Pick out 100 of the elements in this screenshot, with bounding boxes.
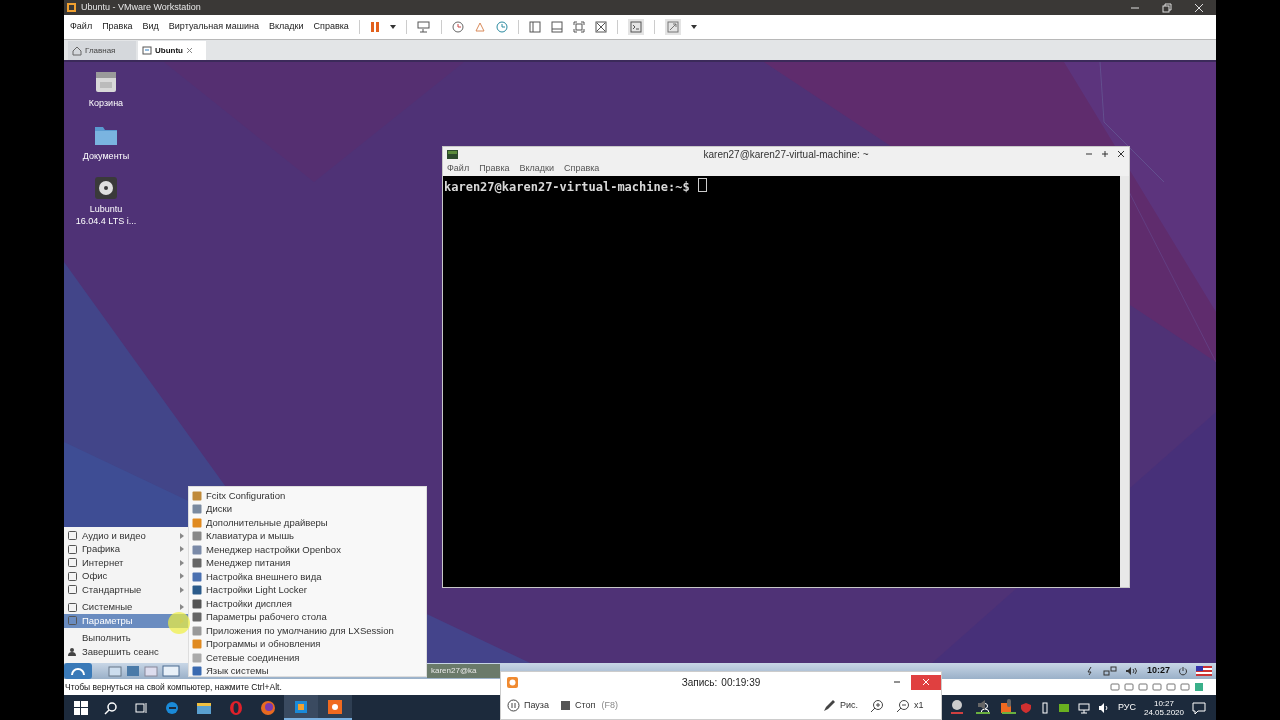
menu-item[interactable]: Менеджер питания xyxy=(192,556,426,570)
recorder-button[interactable]: Рис. xyxy=(821,698,858,713)
clock[interactable]: 10:27 24.05.2020 xyxy=(1143,698,1184,717)
pause-icon[interactable] xyxy=(369,21,380,33)
menu-item-icon xyxy=(192,585,202,596)
close-icon[interactable] xyxy=(1117,150,1125,158)
console-icon xyxy=(629,21,642,33)
menu-item[interactable]: Офис xyxy=(64,569,188,583)
microphone-icon[interactable] xyxy=(1001,697,1018,714)
shield-icon[interactable] xyxy=(1019,701,1032,714)
menu-item[interactable]: Клавиатура и мышь xyxy=(192,529,426,543)
recorder-button[interactable]: Стоп (F8) xyxy=(561,698,618,713)
icon-label: Документы xyxy=(82,151,130,161)
speaker-icon[interactable] xyxy=(975,697,992,714)
menu-item-icon xyxy=(192,612,202,623)
menu-item[interactable]: Интернет xyxy=(64,556,188,570)
menu-item[interactable]: Справка xyxy=(564,161,600,176)
menu-item-icon xyxy=(192,558,202,569)
caret-icon[interactable] xyxy=(690,25,697,29)
recording-time: 00:19:39 xyxy=(721,675,761,690)
flag-icon[interactable] xyxy=(1196,666,1212,676)
menu-item[interactable]: Fcitx Configuration xyxy=(192,489,426,503)
taskbar-button[interactable]: karen27@ka xyxy=(427,664,500,678)
menu-item-icon xyxy=(192,652,202,663)
thumbnail-view-icon[interactable] xyxy=(550,21,563,33)
scrollbar[interactable] xyxy=(1120,176,1129,587)
volume-icon[interactable] xyxy=(1097,701,1110,714)
windows-start-icon[interactable] xyxy=(74,700,88,715)
pause-icon xyxy=(507,699,520,712)
menu-item[interactable]: Программы и обновления xyxy=(192,637,426,651)
recorder-logo-icon xyxy=(507,676,518,688)
webcam-icon[interactable] xyxy=(949,697,966,714)
icon-label: Корзина xyxy=(88,98,124,108)
menu-item[interactable]: Справка xyxy=(313,20,349,34)
menu-item[interactable]: Завершить сеанс xyxy=(64,645,188,659)
status-hint: Чтобы вернуться на свой компьютер, нажмите Ctrl+Alt. xyxy=(65,680,282,694)
menu-item[interactable]: Настройки Light Locker xyxy=(192,583,426,597)
notification-icon[interactable] xyxy=(1192,700,1206,715)
menu-item[interactable]: Аудио и видео xyxy=(64,529,188,543)
menu-item[interactable]: Вид xyxy=(142,20,159,34)
menu-item[interactable]: Сетевые соединения xyxy=(192,651,426,665)
zoom-in-icon[interactable] xyxy=(869,698,884,713)
menu-item[interactable]: Выполнить xyxy=(64,631,188,645)
task-view-icon[interactable] xyxy=(134,700,148,715)
window-title: Ubuntu - VMware Workstation xyxy=(81,0,201,14)
menu-item[interactable]: Настройки дисплея xyxy=(192,597,426,611)
menu-item[interactable]: Файл xyxy=(70,20,93,34)
caret-icon[interactable] xyxy=(389,25,396,29)
pencil-icon xyxy=(821,698,836,713)
menu-item[interactable]: Стандартные xyxy=(64,583,188,597)
power-icon[interactable] xyxy=(1178,666,1188,676)
menu-item[interactable]: Параметры рабочего стола xyxy=(192,610,426,624)
zoom-out-icon[interactable] xyxy=(895,698,910,713)
menu-item-icon xyxy=(192,625,202,636)
icon-label: 16.04.4 LTS i... xyxy=(75,216,137,226)
menu-item[interactable]: Системные xyxy=(64,600,188,614)
menu-item-icon xyxy=(192,531,202,542)
fullscreen-icon[interactable] xyxy=(572,21,585,33)
close-tab-icon[interactable] xyxy=(186,47,193,54)
restore-icon[interactable] xyxy=(1162,2,1172,13)
menu-item-icon xyxy=(192,517,202,528)
recorder-button[interactable]: Пауза xyxy=(507,698,549,713)
desktop-icon[interactable] xyxy=(162,665,180,677)
menu-item-icon xyxy=(192,490,202,501)
menu-item[interactable]: Менеджер настройки Openbox xyxy=(192,543,426,557)
menu-item[interactable]: Вкладки xyxy=(519,161,555,176)
maximize-icon[interactable] xyxy=(1101,150,1109,158)
menu-item[interactable]: Вкладки xyxy=(269,20,304,34)
sidebar-view-icon[interactable] xyxy=(528,21,541,33)
menu-item-icon xyxy=(192,504,202,515)
home-icon xyxy=(72,45,82,56)
start-button-icon[interactable] xyxy=(64,663,92,679)
terminal-icon xyxy=(447,149,458,159)
volume-icon[interactable] xyxy=(1124,666,1139,676)
menu-item[interactable]: Дополнительные драйверы xyxy=(192,516,426,530)
menu-item-icon xyxy=(192,666,202,677)
minimize-icon[interactable] xyxy=(1085,150,1093,158)
tab[interactable]: Ubuntu xyxy=(138,41,206,60)
language-indicator[interactable]: РУС xyxy=(1117,700,1136,715)
menu-item[interactable]: Язык системы xyxy=(192,664,426,678)
zoom-level: x1 xyxy=(913,698,924,712)
menu-item[interactable]: Графика xyxy=(64,542,188,556)
tab[interactable]: Главная xyxy=(68,41,136,60)
menu-item[interactable]: Правка xyxy=(479,161,510,176)
user-icon xyxy=(68,647,77,657)
minimize-icon[interactable] xyxy=(893,678,901,686)
search-icon[interactable] xyxy=(104,700,118,715)
menu-item[interactable]: Файл xyxy=(447,161,470,176)
stop-icon xyxy=(561,700,571,711)
menu-item-icon xyxy=(192,639,202,650)
menu-item[interactable]: Настройка внешнего вида xyxy=(192,570,426,584)
menu-item[interactable]: Виртуальная машина xyxy=(168,20,259,34)
menu-item[interactable]: Правка xyxy=(102,20,133,34)
console-view-button[interactable] xyxy=(627,19,644,35)
menu-item[interactable]: Приложения по умолчанию для LXSession xyxy=(192,624,426,638)
close-button[interactable] xyxy=(911,674,941,690)
menu-item-icon xyxy=(192,544,202,555)
taskbar-button[interactable] xyxy=(284,695,318,720)
menu-item[interactable]: Диски xyxy=(192,502,426,516)
taskbar-button[interactable] xyxy=(318,695,352,720)
